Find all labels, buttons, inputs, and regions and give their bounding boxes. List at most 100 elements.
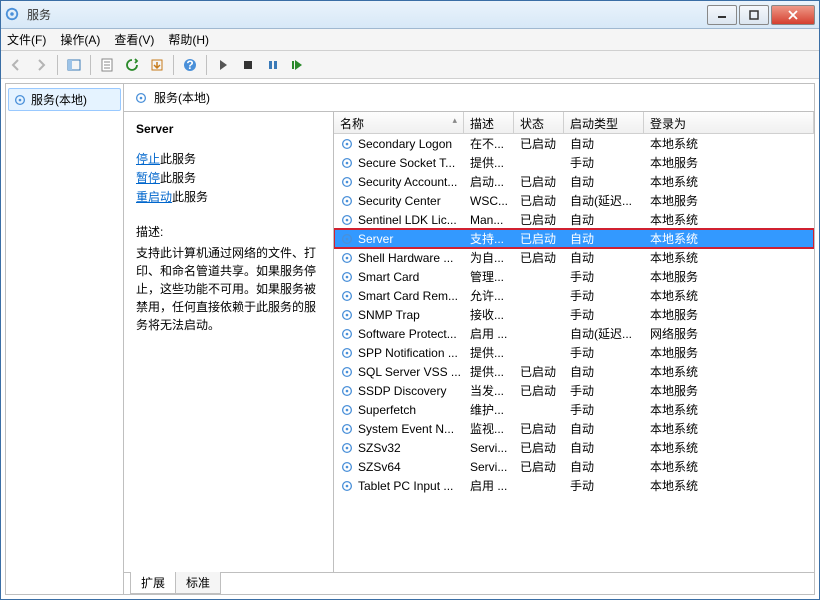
table-row[interactable]: Security CenterWSC...已启动自动(延迟...本地服务	[334, 191, 814, 210]
start-service-button[interactable]	[212, 54, 234, 76]
tabs: 扩展 标准	[124, 572, 814, 594]
cell-name: Secure Socket T...	[334, 155, 464, 171]
restart-link[interactable]: 重启动	[136, 190, 172, 204]
table-row[interactable]: SPP Notification ...提供...手动本地服务	[334, 343, 814, 362]
forward-button[interactable]	[30, 54, 52, 76]
pause-link[interactable]: 暂停	[136, 171, 160, 185]
cell-logon: 本地服务	[644, 191, 814, 210]
cell-name: Smart Card Rem...	[334, 288, 464, 304]
table-row[interactable]: Server支持...已启动自动本地系统	[334, 229, 814, 248]
table-row[interactable]: SZSv32Servi...已启动自动本地系统	[334, 438, 814, 457]
stop-service-button[interactable]	[237, 54, 259, 76]
cell-name: Security Center	[334, 193, 464, 209]
table-row[interactable]: Software Protect...启用 ...自动(延迟...网络服务	[334, 324, 814, 343]
help-button[interactable]: ?	[179, 54, 201, 76]
col-desc[interactable]: 描述	[464, 112, 514, 133]
refresh-button[interactable]	[121, 54, 143, 76]
properties-button[interactable]	[96, 54, 118, 76]
table-row[interactable]: Security Account...启动...已启动自动本地系统	[334, 172, 814, 191]
cell-logon: 本地系统	[644, 248, 814, 267]
menu-action[interactable]: 操作(A)	[60, 31, 100, 48]
col-logon[interactable]: 登录为	[644, 112, 814, 133]
table-row[interactable]: Shell Hardware ...为自...已启动自动本地系统	[334, 248, 814, 267]
cell-desc: 启用 ...	[464, 476, 514, 495]
cell-desc: 当发...	[464, 381, 514, 400]
cell-logon: 本地系统	[644, 229, 814, 248]
cell-logon: 本地系统	[644, 210, 814, 229]
svg-text:?: ?	[186, 58, 193, 72]
cell-logon: 本地服务	[644, 381, 814, 400]
cell-name: Smart Card	[334, 269, 464, 285]
maximize-button[interactable]	[739, 5, 769, 25]
close-button[interactable]	[771, 5, 815, 25]
tree-root-label: 服务(本地)	[31, 91, 87, 108]
column-headers: 名称 描述 状态 启动类型 登录为	[334, 112, 814, 134]
cell-logon: 本地系统	[644, 286, 814, 305]
cell-status: 已启动	[514, 229, 564, 248]
cell-startup: 手动	[564, 286, 644, 305]
app-icon	[5, 7, 21, 23]
separator	[206, 55, 207, 75]
cell-desc: 启动...	[464, 172, 514, 191]
cell-desc: 为自...	[464, 248, 514, 267]
table-row[interactable]: Superfetch维护...手动本地系统	[334, 400, 814, 419]
menu-file[interactable]: 文件(F)	[7, 31, 46, 48]
minimize-button[interactable]	[707, 5, 737, 25]
table-row[interactable]: System Event N...监视...已启动自动本地系统	[334, 419, 814, 438]
table-row[interactable]: SZSv64Servi...已启动自动本地系统	[334, 457, 814, 476]
cell-startup: 手动	[564, 267, 644, 286]
table-row[interactable]: Secondary Logon在不...已启动自动本地系统	[334, 134, 814, 153]
stop-link[interactable]: 停止	[136, 152, 160, 166]
table-row[interactable]: SSDP Discovery当发...已启动手动本地服务	[334, 381, 814, 400]
cell-status: 已启动	[514, 210, 564, 229]
cell-startup: 自动	[564, 210, 644, 229]
export-button[interactable]	[146, 54, 168, 76]
cell-desc: 管理...	[464, 267, 514, 286]
cell-name: SZSv64	[334, 459, 464, 475]
table-row[interactable]: Secure Socket T...提供...手动本地服务	[334, 153, 814, 172]
cell-status: 已启动	[514, 172, 564, 191]
table-row[interactable]: SQL Server VSS ...提供...已启动自动本地系统	[334, 362, 814, 381]
services-window: 服务 文件(F) 操作(A) 查看(V) 帮助(H) ?	[0, 0, 820, 600]
back-button[interactable]	[5, 54, 27, 76]
cell-startup: 自动	[564, 229, 644, 248]
detail-pane: Server 停止此服务 暂停此服务 重启动此服务 描述: 支持此计算机通过网络…	[124, 112, 334, 572]
table-row[interactable]: Smart Card Rem...允许...手动本地系统	[334, 286, 814, 305]
cell-status: 已启动	[514, 457, 564, 476]
show-hide-tree-button[interactable]	[63, 54, 85, 76]
table-row[interactable]: SNMP Trap接收...手动本地服务	[334, 305, 814, 324]
action-links: 停止此服务 暂停此服务 重启动此服务	[136, 150, 321, 205]
cell-status	[514, 295, 564, 297]
cell-status: 已启动	[514, 438, 564, 457]
table-row[interactable]: Smart Card管理...手动本地服务	[334, 267, 814, 286]
menu-view[interactable]: 查看(V)	[114, 31, 154, 48]
menu-help[interactable]: 帮助(H)	[168, 31, 209, 48]
cell-logon: 本地服务	[644, 305, 814, 324]
col-name[interactable]: 名称	[334, 112, 464, 133]
service-rows[interactable]: Secondary Logon在不...已启动自动本地系统 Secure Sock…	[334, 134, 814, 572]
cell-status: 已启动	[514, 419, 564, 438]
cell-startup: 自动	[564, 457, 644, 476]
cell-name: Software Protect...	[334, 326, 464, 342]
restart-service-button[interactable]	[287, 54, 309, 76]
table-row[interactable]: Tablet PC Input ...启用 ...手动本地系统	[334, 476, 814, 495]
col-startup[interactable]: 启动类型	[564, 112, 644, 133]
cell-startup: 自动(延迟...	[564, 191, 644, 210]
cell-startup: 手动	[564, 305, 644, 324]
window-buttons	[707, 5, 815, 25]
tree-root-item[interactable]: 服务(本地)	[8, 88, 121, 111]
cell-desc: 提供...	[464, 153, 514, 172]
cell-status	[514, 333, 564, 335]
separator	[173, 55, 174, 75]
table-row[interactable]: Sentinel LDK Lic...Man...已启动自动本地系统	[334, 210, 814, 229]
cell-startup: 手动	[564, 153, 644, 172]
cell-status: 已启动	[514, 248, 564, 267]
tab-standard[interactable]: 标准	[175, 572, 221, 594]
cell-name: Sentinel LDK Lic...	[334, 212, 464, 228]
pause-service-button[interactable]	[262, 54, 284, 76]
cell-startup: 自动	[564, 134, 644, 153]
cell-logon: 本地系统	[644, 476, 814, 495]
col-status[interactable]: 状态	[514, 112, 564, 133]
cell-startup: 手动	[564, 476, 644, 495]
tab-extended[interactable]: 扩展	[130, 572, 176, 594]
